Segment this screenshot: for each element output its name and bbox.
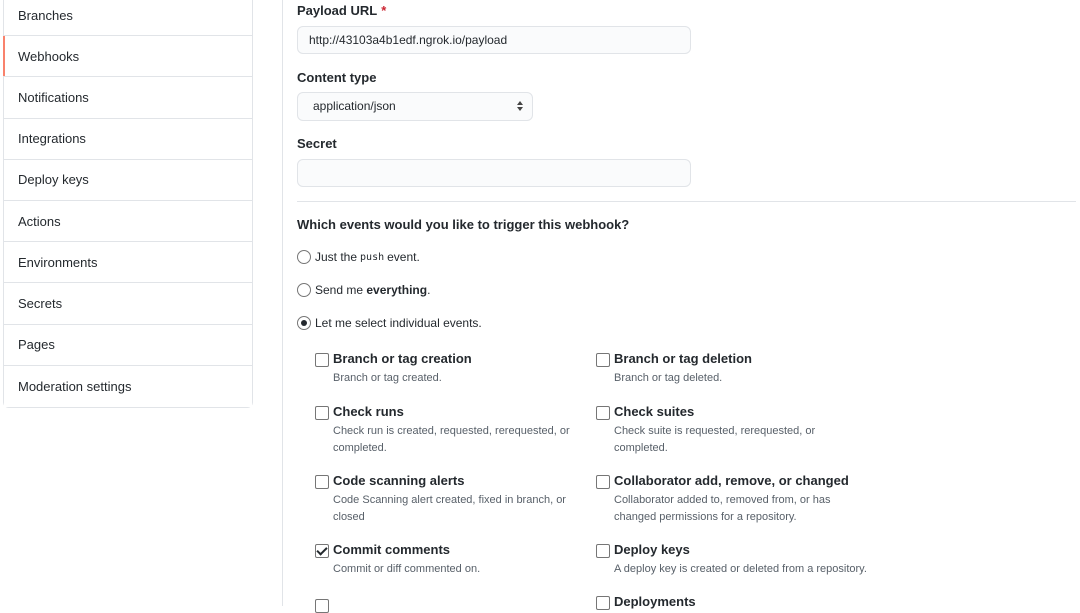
sidebar-item-label: Webhooks	[18, 48, 80, 64]
event-title: Branch or tag creation	[333, 351, 472, 366]
sidebar-item-notifications[interactable]: Notifications	[4, 77, 252, 119]
event-description: Code Scanning alert created, fixed in br…	[333, 494, 566, 523]
sidebar-item-label: Branches	[18, 7, 73, 23]
sidebar-item-secrets[interactable]: Secrets	[4, 283, 252, 325]
radio-label-suffix: event.	[387, 250, 420, 264]
sidebar-item-integrations[interactable]: Integrations	[4, 118, 252, 160]
sidebar-item-label: Actions	[18, 213, 61, 229]
radio-label: Send me	[315, 283, 364, 297]
content-border	[282, 0, 283, 606]
event-checkbox[interactable]	[596, 544, 610, 558]
event-checkbox[interactable]	[596, 596, 610, 610]
radio-label: Just the	[315, 250, 358, 264]
required-marker: *	[381, 3, 387, 18]
event-checkbox[interactable]	[315, 353, 329, 367]
divider	[297, 201, 1076, 202]
sidebar-item-actions[interactable]: Actions	[4, 200, 252, 243]
event-description: Branch or tag created.	[333, 372, 442, 384]
event-checkbox[interactable]	[315, 599, 329, 613]
sidebar-item-label: Environments	[18, 254, 98, 270]
event-description: Commit or diff commented on.	[333, 563, 481, 575]
sidebar-item-moderation-settings[interactable]: Moderation settings	[4, 365, 252, 407]
payload-url-input[interactable]: http://43103a4b1edf.ngrok.io/payload	[297, 26, 691, 54]
radio-everything[interactable]: Send me everything.	[297, 283, 430, 297]
sidebar-item-label: Pages	[18, 337, 55, 353]
event-description: A deploy key is created or deleted from …	[614, 563, 867, 575]
event-title: Collaborator add, remove, or changed	[614, 473, 849, 488]
sidebar-item-label: Moderation settings	[18, 378, 132, 394]
secret-label: Secret	[297, 136, 337, 151]
content-type-value: application/json	[313, 99, 396, 113]
event-checkbox[interactable]	[315, 406, 329, 420]
payload-url-value: http://43103a4b1edf.ngrok.io/payload	[309, 33, 508, 47]
sidebar-item-webhooks[interactable]: Webhooks	[3, 36, 252, 78]
sidebar-item-label: Notifications	[18, 89, 89, 105]
sidebar-item-pages[interactable]: Pages	[4, 324, 252, 366]
select-arrows-icon	[517, 101, 523, 111]
radio-label-suffix: .	[427, 283, 431, 297]
event-checkbox[interactable]	[596, 353, 610, 367]
event-title: Commit comments	[333, 542, 451, 557]
radio-button[interactable]	[297, 316, 311, 330]
sidebar-item-label: Integrations	[18, 131, 86, 147]
secret-input[interactable]	[297, 159, 691, 187]
radio-button[interactable]	[297, 283, 311, 297]
event-title: Check suites	[614, 404, 695, 419]
payload-url-label-text: Payload URL	[297, 3, 378, 18]
event-title: Code scanning alerts	[333, 473, 465, 488]
radio-label-bold: everything	[366, 283, 428, 297]
event-title: Check runs	[333, 404, 404, 419]
sidebar-item-label: Deploy keys	[18, 172, 89, 188]
event-checkbox[interactable]	[315, 475, 329, 489]
event-checkbox[interactable]	[596, 475, 610, 489]
event-description: Check suite is requested, rerequested, o…	[614, 425, 816, 454]
push-code: push	[360, 251, 385, 263]
radio-label: Let me select individual events.	[315, 316, 482, 330]
event-description: Collaborator added to, removed from, or …	[614, 494, 831, 523]
content-type-select[interactable]: application/json	[297, 92, 533, 121]
radio-button[interactable]	[297, 250, 311, 264]
payload-url-label: Payload URL *	[297, 3, 386, 18]
event-title: Deployments	[614, 594, 696, 609]
event-checkbox[interactable]	[596, 406, 610, 420]
sidebar-item-environments[interactable]: Environments	[4, 242, 252, 284]
content-type-label: Content type	[297, 70, 377, 85]
sidebar-item-branches[interactable]: Branches	[4, 0, 252, 37]
radio-just-push[interactable]: Just the push event.	[297, 250, 420, 264]
event-description: Check run is created, requested, rereque…	[333, 425, 570, 454]
settings-sidebar: Branches Webhooks Notifications Integrat…	[3, 0, 253, 408]
radio-individual[interactable]: Let me select individual events.	[297, 316, 482, 330]
event-title: Branch or tag deletion	[614, 351, 752, 366]
sidebar-item-deploy-keys[interactable]: Deploy keys	[4, 159, 252, 201]
event-description: Branch or tag deleted.	[614, 372, 723, 384]
event-checkbox[interactable]	[315, 544, 329, 558]
sidebar-item-label: Secrets	[18, 295, 63, 311]
event-title: Deploy keys	[614, 542, 690, 557]
events-question: Which events would you like to trigger t…	[297, 217, 630, 232]
